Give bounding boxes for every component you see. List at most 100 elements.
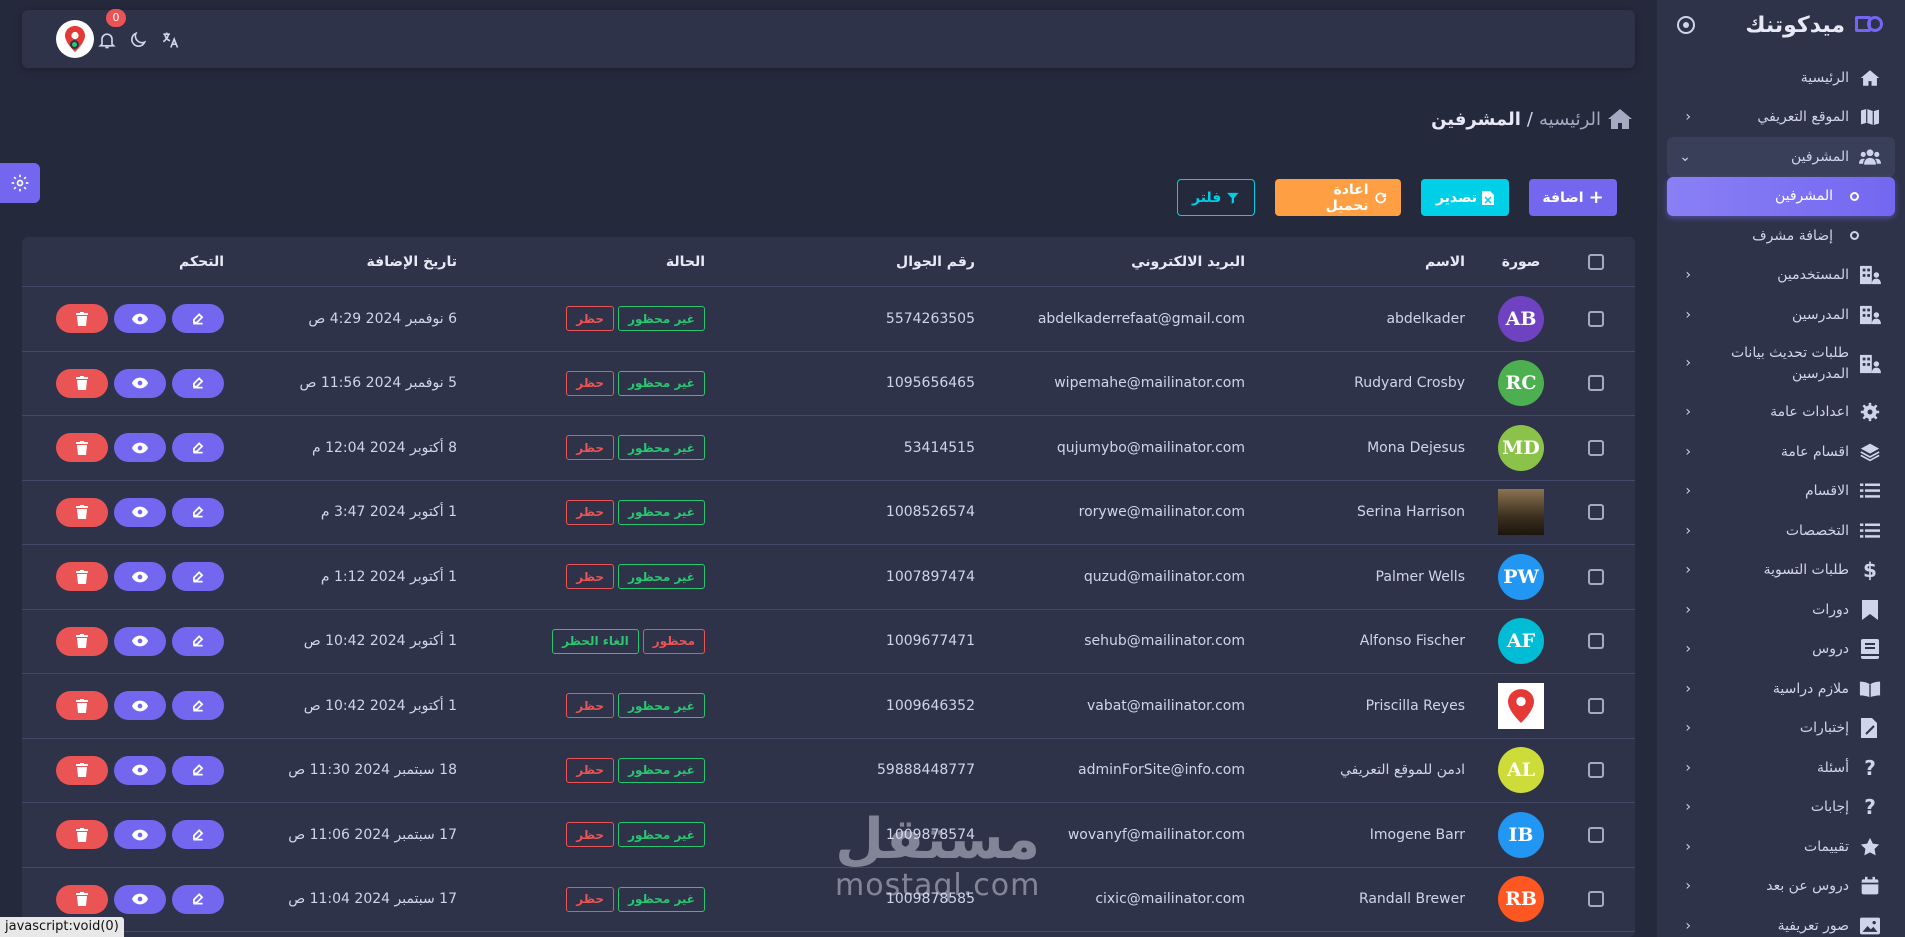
view-button[interactable] (114, 304, 166, 334)
ban-button[interactable]: حظر (566, 435, 615, 461)
header-name[interactable]: الاسم (1255, 254, 1485, 270)
row-checkbox[interactable] (1588, 633, 1604, 650)
export-button[interactable]: تصدير (1421, 179, 1509, 216)
building-user-icon (1859, 264, 1881, 286)
view-button[interactable] (114, 562, 166, 592)
edit-button[interactable] (172, 691, 224, 721)
view-button[interactable] (114, 820, 166, 850)
edit-button[interactable] (172, 755, 224, 785)
delete-button[interactable] (56, 433, 108, 463)
dark-mode-moon-icon[interactable] (126, 28, 150, 52)
ban-button[interactable]: حظر (566, 306, 615, 332)
view-button[interactable] (114, 691, 166, 721)
sidebar-item-4[interactable]: إضافة مشرف (1667, 216, 1895, 256)
delete-button[interactable] (56, 497, 108, 527)
sidebar-item-20[interactable]: دروس عن بعد ‹ (1667, 867, 1895, 907)
breadcrumb-home-link[interactable]: الرئيسيه (1539, 109, 1601, 130)
delete-button[interactable] (56, 820, 108, 850)
ban-button[interactable]: حظر (566, 564, 615, 590)
sidebar-item-15[interactable]: ملازم دراسية ‹ (1667, 669, 1895, 709)
ban-button[interactable]: حظر (566, 499, 615, 525)
filter-button[interactable]: فلتر (1177, 179, 1255, 216)
header-email[interactable]: البريد الالكتروني (985, 254, 1255, 270)
delete-button[interactable] (56, 562, 108, 592)
sidebar-item-11[interactable]: التخصصات ‹ (1667, 511, 1895, 551)
view-button[interactable] (114, 626, 166, 656)
sidebar-item-label: الاقسام (1805, 483, 1849, 500)
sidebar-item-3[interactable]: المشرفين (1667, 176, 1895, 216)
open-book-icon (1859, 678, 1881, 700)
header-date[interactable]: تاريخ الإضافة (232, 254, 467, 270)
ban-button[interactable]: حظر (566, 886, 615, 912)
row-phone: 1009878585 (885, 891, 975, 908)
sidebar-item-0[interactable]: الرئيسية (1667, 58, 1895, 98)
row-checkbox[interactable] (1588, 310, 1604, 327)
sidebar-item-16[interactable]: إختبارات ‹ (1667, 709, 1895, 749)
delete-button[interactable] (56, 304, 108, 334)
row-checkbox[interactable] (1588, 375, 1604, 392)
delete-button[interactable] (56, 626, 108, 656)
sidebar-item-1[interactable]: الموقع التعريفي ‹ (1667, 98, 1895, 138)
view-button[interactable] (114, 497, 166, 527)
ban-button[interactable]: حظر (566, 693, 615, 719)
sidebar-item-9[interactable]: اقسام عامة ‹ (1667, 432, 1895, 472)
table-row: AB abdelkader abdelkaderrefaat@gmail.com 55… (22, 287, 1635, 352)
edit-button[interactable] (172, 433, 224, 463)
delete-button[interactable] (56, 884, 108, 914)
sidebar-item-5[interactable]: المستخدمين ‹ (1667, 256, 1895, 296)
sidebar-item-18[interactable]: ? إجابات ‹ (1667, 788, 1895, 828)
chevron-left-icon: ‹ (1685, 799, 1691, 816)
translate-icon[interactable] (158, 28, 182, 52)
view-button[interactable] (114, 755, 166, 785)
sidebar-collapse-toggle[interactable] (1677, 16, 1695, 34)
edit-button[interactable] (172, 368, 224, 398)
delete-button[interactable] (56, 368, 108, 398)
edit-button[interactable] (172, 562, 224, 592)
row-checkbox[interactable] (1588, 826, 1604, 843)
ban-button[interactable]: حظر (566, 370, 615, 396)
row-checkbox[interactable] (1588, 504, 1604, 521)
view-button[interactable] (114, 433, 166, 463)
delete-button[interactable] (56, 691, 108, 721)
sidebar-item-19[interactable]: تقييمات ‹ (1667, 827, 1895, 867)
bell-icon[interactable] (95, 28, 119, 52)
user-avatar[interactable] (56, 20, 94, 58)
home-icon[interactable] (1607, 108, 1633, 130)
reload-button[interactable]: اعادة تحميل (1275, 179, 1401, 216)
sidebar-item-10[interactable]: الاقسام ‹ (1667, 472, 1895, 512)
trash-icon (76, 440, 88, 455)
header-status[interactable]: الحالة (467, 254, 715, 270)
add-button[interactable]: + اضافة (1529, 179, 1617, 216)
unban-button[interactable]: الغاء الحظر (552, 628, 639, 654)
sidebar-item-12[interactable]: $ طلبات التسوية ‹ (1667, 551, 1895, 591)
row-checkbox[interactable] (1588, 762, 1604, 779)
theme-settings-button[interactable] (0, 163, 40, 203)
edit-button[interactable] (172, 626, 224, 656)
edit-button[interactable] (172, 497, 224, 527)
view-button[interactable] (114, 368, 166, 398)
sidebar-item-13[interactable]: دورات ‹ (1667, 590, 1895, 630)
sidebar-item-2[interactable]: المشرفين ⌄ (1667, 137, 1895, 177)
row-checkbox[interactable] (1588, 439, 1604, 456)
book-icon (1859, 638, 1881, 660)
ban-button[interactable]: حظر (566, 757, 615, 783)
sidebar-item-21[interactable]: صور تعريفية ‹ (1667, 906, 1895, 937)
row-checkbox[interactable] (1588, 568, 1604, 585)
sidebar-item-17[interactable]: ? أسئلة ‹ (1667, 748, 1895, 788)
ban-button[interactable]: حظر (566, 822, 615, 848)
row-phone: 53414515 (903, 439, 975, 456)
sidebar-item-14[interactable]: دروس ‹ (1667, 630, 1895, 670)
brand[interactable]: ميدكوتنك (1745, 13, 1883, 38)
row-checkbox[interactable] (1588, 697, 1604, 714)
sidebar-item-6[interactable]: المدرسين ‹ (1667, 295, 1895, 335)
row-checkbox[interactable] (1588, 891, 1604, 908)
delete-button[interactable] (56, 755, 108, 785)
sidebar-item-7[interactable]: طلبات تحديث بيانات المدرسين ‹ (1667, 335, 1895, 393)
view-button[interactable] (114, 884, 166, 914)
edit-button[interactable] (172, 884, 224, 914)
header-phone[interactable]: رقم الجوال (715, 254, 985, 270)
edit-button[interactable] (172, 304, 224, 334)
sidebar-item-8[interactable]: اعدادات عامة ‹ (1667, 393, 1895, 433)
select-all-checkbox[interactable] (1588, 253, 1604, 270)
edit-button[interactable] (172, 820, 224, 850)
